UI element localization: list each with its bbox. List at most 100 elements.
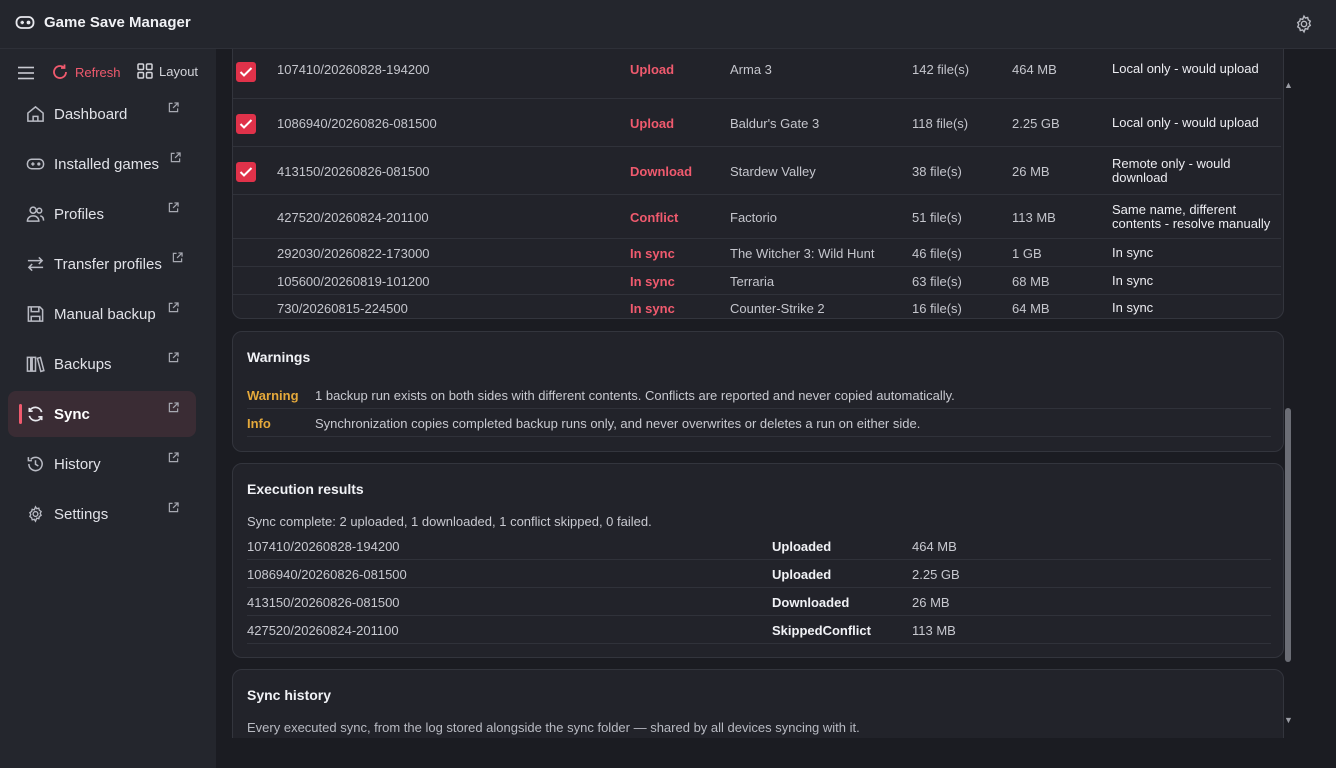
table-row[interactable]: 730/20260815-224500 In sync Counter-Stri… bbox=[233, 295, 1281, 319]
result-row: 1086940/20260826-081500 Uploaded 2.25 GB bbox=[247, 560, 1271, 588]
result-status: SkippedConflict bbox=[772, 623, 871, 638]
checkmark-icon bbox=[239, 167, 253, 177]
scroll-down-arrow-icon[interactable]: ▼ bbox=[1284, 715, 1293, 725]
row-status: Same name, different contents - resolve … bbox=[1112, 202, 1271, 231]
row-status: Remote only - would download bbox=[1112, 156, 1231, 185]
sidebar-item-manual-backup[interactable]: Manual backup bbox=[8, 291, 196, 337]
hamburger-menu-icon[interactable] bbox=[17, 65, 35, 81]
scroll-thumb[interactable] bbox=[1285, 408, 1291, 662]
external-link-icon[interactable] bbox=[168, 452, 179, 463]
row-status: Local only - would upload bbox=[1112, 61, 1259, 76]
sidebar: Refresh Layout Dashboard Installed games… bbox=[0, 49, 216, 768]
main-scrollbar[interactable]: ▲ ▼ bbox=[1281, 77, 1295, 733]
layout-button[interactable]: Layout bbox=[137, 63, 198, 79]
run-id: 107410/20260828-194200 bbox=[277, 62, 430, 77]
title-bar: Game Save Manager bbox=[0, 0, 1336, 49]
game-name: Factorio bbox=[730, 210, 777, 225]
sidebar-item-backups[interactable]: Backups bbox=[8, 341, 196, 387]
sidebar-item-label: Manual backup bbox=[54, 306, 156, 323]
scroll-up-arrow-icon[interactable]: ▲ bbox=[1284, 80, 1293, 90]
result-size: 2.25 GB bbox=[912, 567, 960, 582]
row-checkbox[interactable] bbox=[236, 62, 256, 82]
refresh-icon bbox=[53, 64, 67, 79]
external-link-icon[interactable] bbox=[168, 402, 179, 413]
history-description: Every executed sync, from the log stored… bbox=[247, 720, 860, 735]
sidebar-item-label: Installed games bbox=[54, 156, 160, 173]
results-summary: Sync complete: 2 uploaded, 1 downloaded,… bbox=[247, 514, 652, 529]
file-count: 142 file(s) bbox=[912, 62, 970, 77]
run-id: 292030/20260822-173000 bbox=[277, 246, 430, 261]
history-icon bbox=[27, 456, 43, 472]
result-run-id: 107410/20260828-194200 bbox=[247, 539, 400, 554]
active-indicator bbox=[19, 404, 22, 424]
external-link-icon[interactable] bbox=[172, 252, 183, 263]
run-size: 1 GB bbox=[1012, 246, 1042, 261]
file-count: 51 file(s) bbox=[912, 210, 962, 225]
warning-level: Info bbox=[247, 416, 271, 431]
sidebar-item-installed-games[interactable]: Installed games bbox=[8, 141, 196, 187]
sidebar-item-profiles[interactable]: Profiles bbox=[8, 191, 196, 237]
result-row: 107410/20260828-194200 Uploaded 464 MB bbox=[247, 532, 1271, 560]
main-content: 107410/20260828-194200 Upload Arma 3 142… bbox=[216, 49, 1296, 738]
warning-row: Info Synchronization copies completed ba… bbox=[247, 409, 1271, 437]
file-count: 63 file(s) bbox=[912, 274, 962, 289]
table-row[interactable]: 107410/20260828-194200 Upload Arma 3 142… bbox=[233, 51, 1281, 99]
file-count: 38 file(s) bbox=[912, 164, 962, 179]
table-row[interactable]: 427520/20260824-201100 Conflict Factorio… bbox=[233, 195, 1281, 239]
sidebar-item-label: Transfer profiles bbox=[54, 256, 162, 273]
run-id: 427520/20260824-201100 bbox=[277, 210, 429, 225]
sidebar-item-label: Backups bbox=[54, 356, 112, 373]
external-link-icon[interactable] bbox=[168, 102, 179, 113]
game-name: Baldur's Gate 3 bbox=[730, 116, 820, 131]
external-link-icon[interactable] bbox=[168, 352, 179, 363]
sidebar-item-settings[interactable]: Settings bbox=[8, 491, 196, 537]
run-id: 730/20260815-224500 bbox=[277, 301, 408, 316]
row-checkbox[interactable] bbox=[236, 114, 256, 134]
history-title: Sync history bbox=[247, 687, 332, 703]
sidebar-item-label: Settings bbox=[54, 506, 109, 523]
table-row[interactable]: 1086940/20260826-081500 Upload Baldur's … bbox=[233, 99, 1281, 147]
sync-action: In sync bbox=[630, 301, 675, 316]
gamepad-logo-icon bbox=[15, 16, 35, 29]
users-icon bbox=[26, 206, 45, 222]
result-status: Uploaded bbox=[772, 539, 832, 554]
row-checkbox[interactable] bbox=[236, 162, 256, 182]
table-row[interactable]: 292030/20260822-173000 In sync The Witch… bbox=[233, 239, 1281, 267]
layout-label: Layout bbox=[159, 63, 199, 79]
app-title: Game Save Manager bbox=[44, 14, 191, 31]
sync-action: Upload bbox=[630, 62, 675, 77]
sidebar-item-sync[interactable]: Sync bbox=[8, 391, 196, 437]
table-row[interactable]: 105600/20260819-101200 In sync Terraria … bbox=[233, 267, 1281, 295]
refresh-label: Refresh bbox=[75, 64, 121, 80]
run-id: 105600/20260819-101200 bbox=[277, 274, 430, 289]
external-link-icon[interactable] bbox=[168, 502, 179, 513]
warning-row: Warning 1 backup run exists on both side… bbox=[247, 381, 1271, 409]
sidebar-item-transfer-profiles[interactable]: Transfer profiles bbox=[8, 241, 196, 287]
refresh-button[interactable]: Refresh bbox=[51, 63, 121, 81]
external-link-icon[interactable] bbox=[168, 202, 179, 213]
run-size: 68 MB bbox=[1012, 274, 1050, 289]
sidebar-item-label: Profiles bbox=[54, 206, 105, 223]
external-link-icon[interactable] bbox=[170, 152, 181, 163]
execution-results-card: Execution results Sync complete: 2 uploa… bbox=[232, 463, 1284, 658]
run-size: 113 MB bbox=[1012, 210, 1056, 225]
warning-level: Warning bbox=[247, 388, 299, 403]
sidebar-item-label: History bbox=[54, 456, 101, 473]
settings-gear-icon[interactable] bbox=[1294, 14, 1314, 34]
table-row[interactable]: 413150/20260826-081500 Download Stardew … bbox=[233, 147, 1281, 195]
external-link-icon[interactable] bbox=[168, 302, 179, 313]
game-name: The Witcher 3: Wild Hunt bbox=[730, 246, 875, 261]
run-size: 26 MB bbox=[1012, 164, 1050, 179]
sidebar-item-label: Dashboard bbox=[54, 106, 128, 123]
warnings-card: Warnings Warning 1 backup run exists on … bbox=[232, 331, 1284, 452]
sidebar-item-dashboard[interactable]: Dashboard bbox=[8, 91, 196, 137]
sidebar-item-history[interactable]: History bbox=[8, 441, 196, 487]
gamepad-icon bbox=[26, 158, 45, 170]
transfer-icon bbox=[27, 256, 44, 272]
sync-action: Conflict bbox=[630, 210, 679, 225]
run-id: 413150/20260826-081500 bbox=[277, 164, 430, 179]
file-count: 16 file(s) bbox=[912, 301, 962, 316]
result-size: 113 MB bbox=[912, 623, 956, 638]
game-name: Arma 3 bbox=[730, 62, 772, 77]
result-size: 464 MB bbox=[912, 539, 957, 554]
